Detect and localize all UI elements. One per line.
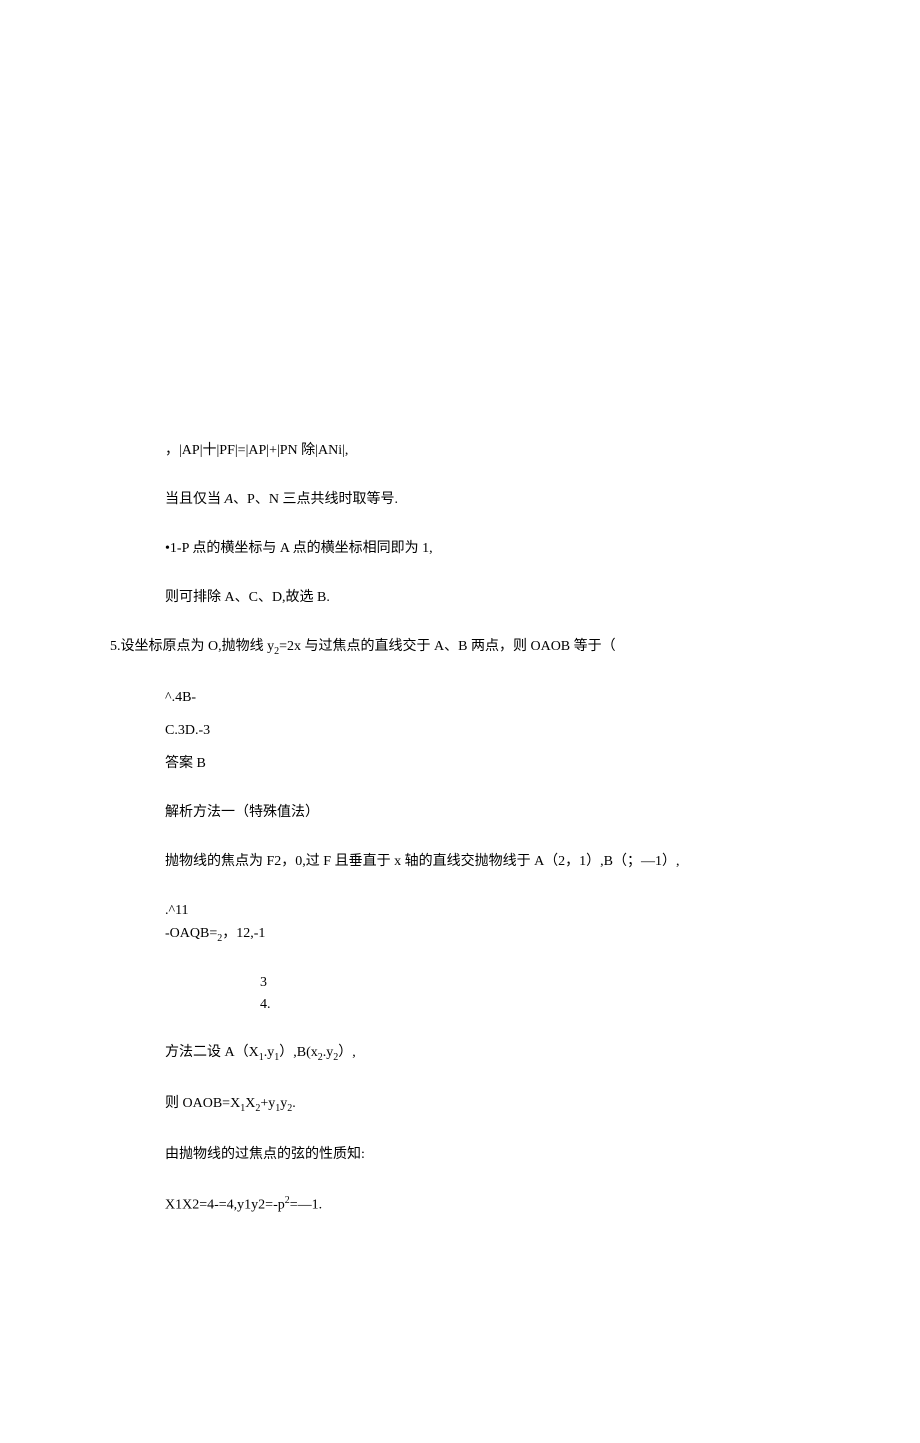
text-italic: A (225, 492, 234, 507)
text: 方法二设 A（X (165, 1045, 259, 1060)
text: ）, (338, 1045, 356, 1060)
text-line: 则 OAOB=X1X2+y1y2. (165, 1093, 920, 1116)
text: 答案 B (165, 756, 206, 771)
text: .y (323, 1045, 334, 1060)
text-line: ，|AP|十|PF|=|AP|+|PN 除|ANi|, (165, 440, 920, 461)
text-line: 4. (260, 996, 920, 1014)
text: 2x 与过焦点的直线交于 A、B 两点，则 OAOB 等于（ (287, 639, 616, 654)
text-line: X1X2=4-=4,y1y2=-p2=—1. (165, 1193, 920, 1216)
text: 3 (260, 975, 267, 990)
text: -OAQB= (165, 926, 217, 941)
text: 4. (260, 997, 271, 1012)
text: .y (264, 1045, 275, 1060)
document-page: ，|AP|十|PF|=|AP|+|PN 除|ANi|, 当且仅当 A、P、N 三… (0, 0, 920, 1443)
text: 则可排除 A、C、D,故选 B. (165, 590, 330, 605)
text: +y (260, 1096, 275, 1111)
option-ab: ^.4B- (165, 687, 920, 708)
text: 、P、N 三点共线时取等号. (233, 492, 398, 507)
text-line: 当且仅当 A、P、N 三点共线时取等号. (165, 489, 920, 510)
text: 当且仅当 (165, 492, 225, 507)
text: C.3D.-3 (165, 723, 210, 738)
text: •1-P 点的横坐标与 A 点的横坐标相同即为 1, (165, 541, 433, 556)
text: = (279, 639, 287, 654)
text-line: 抛物线的焦点为 F2，0,过 F 且垂直于 x 轴的直线交抛物线于 A（2，1）… (165, 851, 920, 872)
answer: 答案 B (165, 753, 920, 774)
text: ，|AP|十|PF|=|AP|+|PN 除|ANi|, (165, 443, 348, 458)
text: X (245, 1096, 255, 1111)
text: =—1. (290, 1197, 322, 1212)
text-line: 则可排除 A、C、D,故选 B. (165, 587, 920, 608)
option-cd: C.3D.-3 (165, 720, 920, 741)
text-line: -OAQB=2，12,-1 (165, 923, 920, 946)
text: 则 OAOB=X (165, 1096, 240, 1111)
text: 由抛物线的过焦点的弦的性质知: (165, 1147, 365, 1162)
text-line: .^11 (165, 900, 920, 921)
text: ）,B(x (279, 1045, 318, 1060)
text: . (292, 1096, 296, 1111)
text: 抛物线的焦点为 F2，0,过 F 且垂直于 x 轴的直线交抛物线于 A（2，1）… (165, 854, 680, 869)
method-1-heading: 解析方法一（特殊值法） (165, 802, 920, 823)
text: .^11 (165, 903, 189, 918)
text-line: 由抛物线的过焦点的弦的性质知: (165, 1144, 920, 1165)
text: ^.4B- (165, 690, 196, 705)
text: ，12,-1 (222, 926, 265, 941)
question-5: 5.设坐标原点为 O,抛物线 y2=2x 与过焦点的直线交于 A、B 两点，则 … (110, 636, 920, 659)
text: 解析方法一（特殊值法） (165, 805, 319, 820)
text: 5.设坐标原点为 O,抛物线 y (110, 639, 274, 654)
text: X1X2=4-=4,y1y2=-p (165, 1197, 285, 1212)
text-line: •1-P 点的横坐标与 A 点的横坐标相同即为 1, (165, 538, 920, 559)
text-line: 3 (260, 974, 920, 992)
method-2: 方法二设 A（X1.y1）,B(x2.y2）, (165, 1042, 920, 1065)
